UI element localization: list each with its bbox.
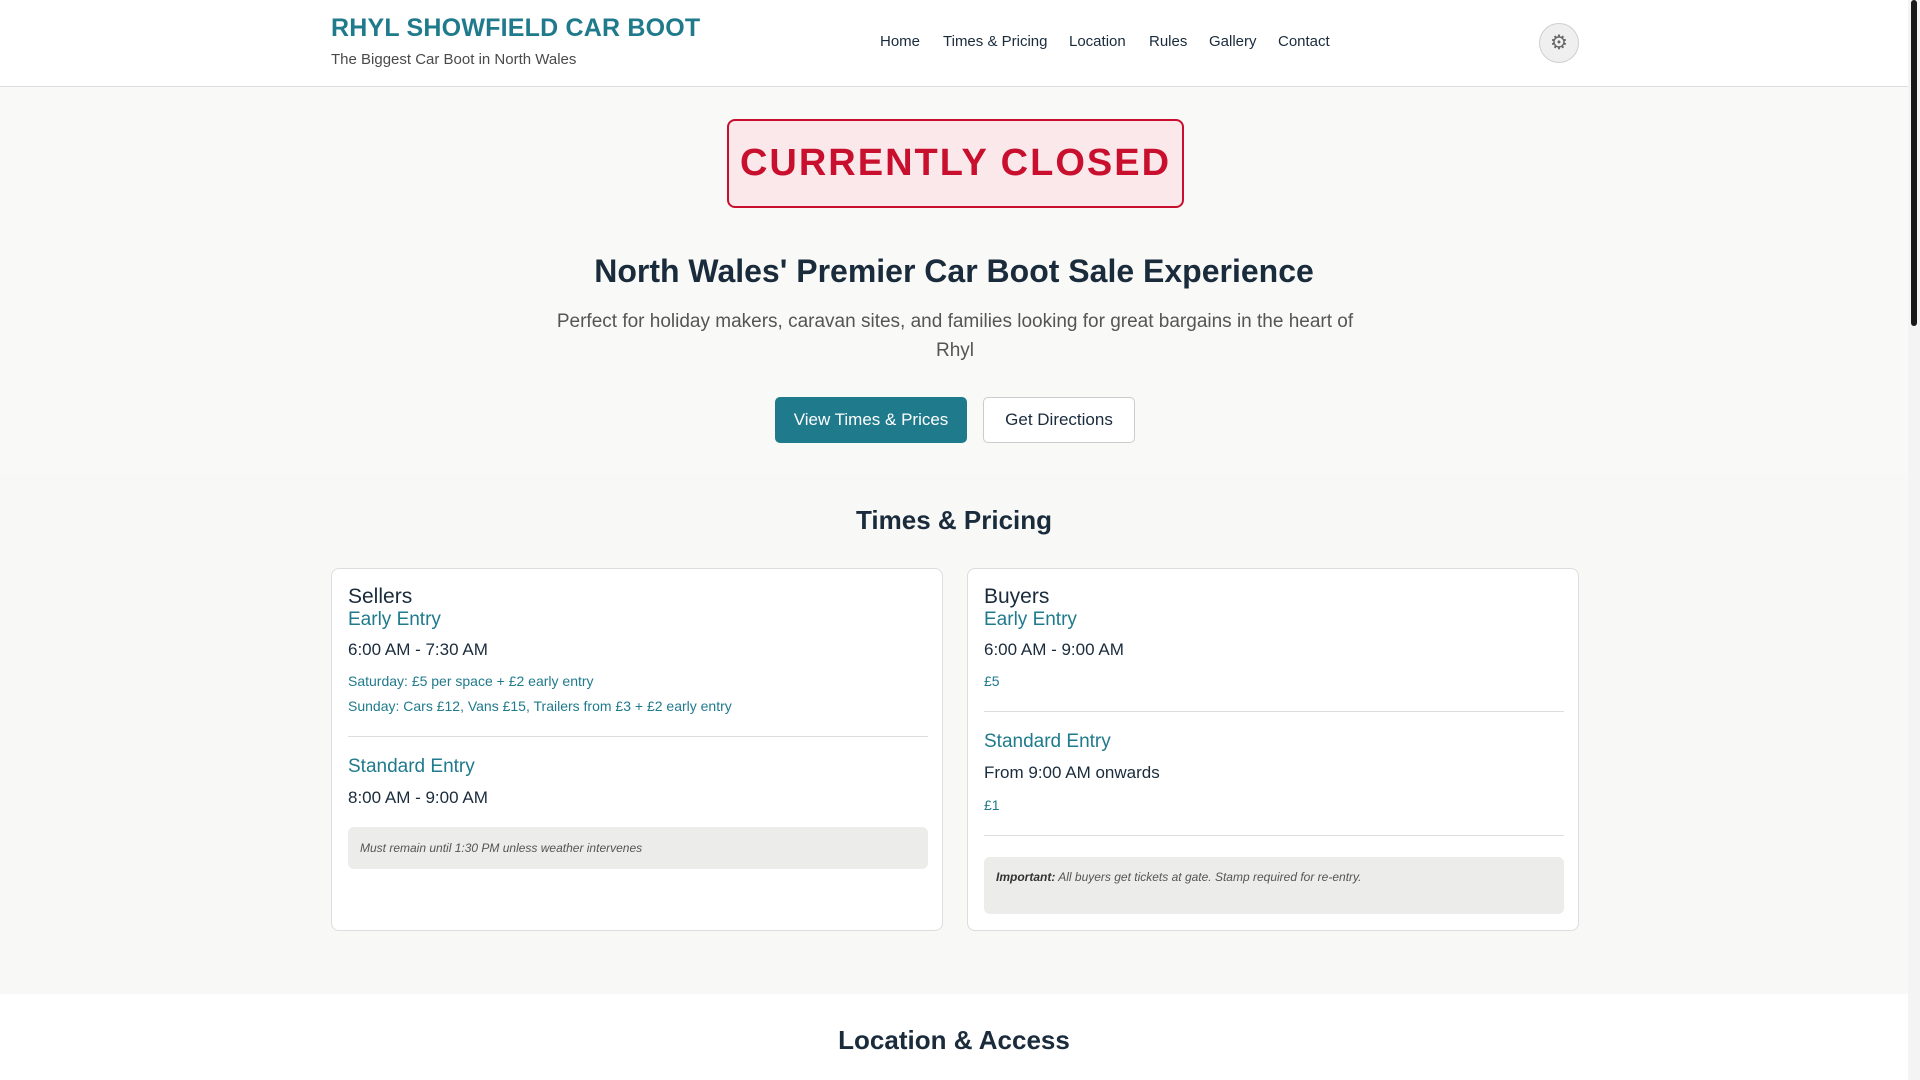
sellers-early-label: Early Entry (348, 609, 441, 630)
sellers-title: Sellers (348, 585, 413, 608)
sellers-saturday-price: Saturday: £5 per space + £2 early entry (348, 673, 594, 689)
nav-home[interactable]: Home (880, 33, 920, 50)
buyers-note-text: All buyers get tickets at gate. Stamp re… (1058, 870, 1362, 884)
divider (984, 835, 1564, 836)
site-tagline: The Biggest Car Boot in North Wales (331, 51, 577, 68)
pricing-title: Times & Pricing (855, 505, 1053, 535)
buyers-early-price: £5 (984, 673, 1000, 689)
sellers-card: Sellers Early Entry 6:00 AM - 7:30 AM Sa… (331, 568, 943, 931)
buyers-early-time: 6:00 AM - 9:00 AM (984, 640, 1124, 659)
buyers-title: Buyers (984, 585, 1050, 608)
buyers-standard-label: Standard Entry (984, 731, 1111, 752)
pricing-section (0, 474, 1908, 994)
page-scrollbar[interactable] (1908, 0, 1920, 1080)
sellers-standard-time: 8:00 AM - 9:00 AM (348, 788, 488, 807)
nav-gallery[interactable]: Gallery (1209, 33, 1257, 50)
buyers-early-label: Early Entry (984, 609, 1077, 630)
main-nav: Home Times & Pricing Location Rules Gall… (0, 33, 1908, 53)
gear-icon: ⚙ (1550, 32, 1568, 54)
divider (984, 711, 1564, 712)
nav-times-pricing[interactable]: Times & Pricing (943, 33, 1047, 50)
view-times-button[interactable]: View Times & Prices (775, 397, 967, 443)
get-directions-button[interactable]: Get Directions (983, 397, 1135, 443)
buyers-standard-price: £1 (984, 797, 1000, 813)
sellers-note: Must remain until 1:30 PM unless weather… (348, 827, 928, 869)
hero-subheading: Perfect for holiday makers, caravan site… (556, 311, 1354, 361)
buyers-standard-time: From 9:00 AM onwards (984, 763, 1160, 782)
buyers-note: Important: All buyers get tickets at gat… (984, 857, 1564, 914)
theme-toggle-button[interactable]: ⚙ (1539, 23, 1579, 63)
nav-contact[interactable]: Contact (1278, 33, 1330, 50)
sellers-note-text: Must remain until 1:30 PM unless weather… (360, 841, 643, 855)
hero-heading: North Wales' Premier Car Boot Sale Exper… (594, 253, 1314, 289)
sellers-sunday-price: Sunday: Cars £12, Vans £15, Trailers fro… (348, 698, 732, 714)
location-title: Location & Access (838, 1025, 1070, 1055)
buyers-note-label: Important: (996, 870, 1056, 884)
sellers-early-time: 6:00 AM - 7:30 AM (348, 640, 488, 659)
nav-location[interactable]: Location (1069, 33, 1126, 50)
divider (348, 736, 928, 737)
status-badge: CURRENTLY CLOSED (727, 119, 1184, 208)
nav-rules[interactable]: Rules (1149, 33, 1187, 50)
scrollbar-thumb[interactable] (1911, 0, 1917, 326)
buyers-card: Buyers Early Entry 6:00 AM - 9:00 AM £5 … (967, 568, 1579, 931)
site-header: RHYL SHOWFIELD CAR BOOT The Biggest Car … (0, 0, 1908, 87)
sellers-standard-label: Standard Entry (348, 756, 475, 777)
